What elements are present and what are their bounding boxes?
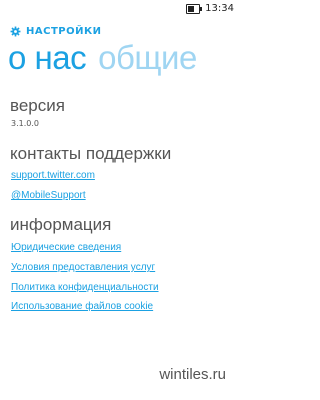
- app-header: НАСТРОЙКИ: [10, 26, 102, 37]
- legal-link[interactable]: Юридические сведения: [11, 242, 121, 253]
- terms-link[interactable]: Условия предоставления услуг: [11, 262, 155, 273]
- privacy-link[interactable]: Политика конфиденциальности: [11, 282, 159, 293]
- version-value: 3.1.0.0: [11, 119, 39, 128]
- pivot-header: о нас общие: [8, 38, 197, 78]
- gear-icon: [10, 26, 21, 37]
- status-time: 13:34: [205, 3, 234, 14]
- cookies-link[interactable]: Использование файлов cookie: [11, 301, 153, 312]
- battery-icon: [186, 4, 202, 14]
- tab-about[interactable]: о нас: [8, 38, 87, 78]
- version-heading: версия: [10, 96, 65, 115]
- app-title: НАСТРОЙКИ: [26, 26, 102, 37]
- watermark: wintiles.ru: [159, 366, 226, 383]
- mobile-support-link[interactable]: @MobileSupport: [11, 190, 86, 201]
- support-twitter-link[interactable]: support.twitter.com: [11, 170, 95, 181]
- tab-general[interactable]: общие: [98, 38, 197, 78]
- info-heading: информация: [10, 215, 112, 234]
- support-heading: контакты поддержки: [10, 144, 172, 163]
